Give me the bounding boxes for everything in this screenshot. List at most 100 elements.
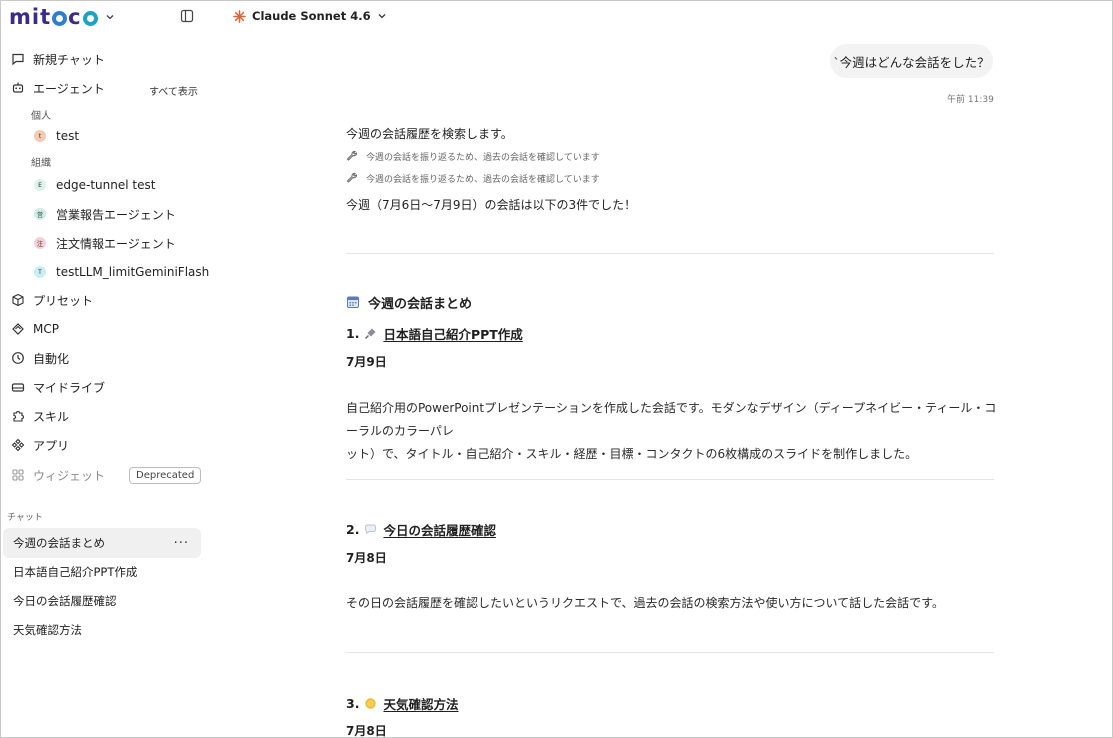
chat-bubble-icon — [11, 52, 25, 66]
sidebar-item-presets[interactable]: プリセット — [11, 289, 93, 311]
chat-history-item[interactable]: 今日の会話履歴確認 — [3, 586, 201, 616]
item-number: 2. — [346, 521, 360, 537]
sidebar-item-label: ウィジェット — [33, 468, 106, 483]
speech-bubble-icon — [365, 524, 377, 534]
divider — [346, 652, 994, 653]
claude-spark-icon — [233, 9, 246, 23]
summary-item-heading: 2. 今日の会話履歴確認 — [346, 520, 496, 538]
conversation-link[interactable]: 日本語自己紹介PPT作成 — [383, 324, 522, 343]
more-options-icon[interactable]: ··· — [174, 536, 189, 551]
sidebar-item-label: MCP — [33, 322, 59, 336]
widget-grid-icon — [11, 468, 25, 482]
agent-name: edge-tunnel test — [56, 178, 156, 192]
sidebar-item-my-drive[interactable]: マイドライブ — [11, 376, 105, 398]
brand-switcher[interactable]: mit c — [9, 5, 115, 29]
microphone-icon — [365, 328, 376, 339]
mitoco-logo: mit c — [9, 5, 99, 29]
sidebar-item-widgets[interactable]: ウィジェット — [11, 464, 105, 486]
agent-item[interactable]: E edge-tunnel test — [34, 175, 155, 195]
sidebar-item-agents[interactable]: エージェント — [11, 77, 105, 99]
item-description-line: 自己紹介用のPowerPointプレゼンテーションを作成した会話です。モダンなデ… — [346, 401, 997, 438]
plug-icon — [11, 322, 25, 336]
sidebar-item-label: エージェント — [33, 81, 105, 96]
sidebar-item-label: 新規チャット — [33, 52, 105, 67]
section-title: 今週の会話まとめ — [368, 296, 473, 312]
summary-item-heading: 3. 天気確認方法 — [346, 694, 458, 712]
sidebar-item-label: アプリ — [33, 438, 70, 453]
sidebar-item-mcp[interactable]: MCP — [11, 318, 59, 340]
divider — [346, 253, 994, 254]
chat-title: 今週の会話まとめ — [13, 536, 105, 550]
agent-name: test — [56, 129, 80, 143]
sun-icon — [365, 697, 377, 709]
divider — [346, 479, 994, 480]
sidebar-item-new-chat[interactable]: 新規チャット — [11, 48, 105, 70]
clock-icon — [11, 351, 25, 365]
agent-avatar: E — [34, 179, 46, 191]
chat-title: 日本語自己紹介PPT作成 — [13, 565, 138, 579]
model-name: Claude Sonnet 4.6 — [252, 9, 371, 23]
show-all-agents-link[interactable]: すべて表示 — [149, 83, 198, 98]
item-description-line: その日の会話履歴を確認したいというリクエストで、過去の会話の検索方法や使い方につ… — [346, 596, 944, 610]
sidebar-item-label: プリセット — [33, 293, 94, 308]
summary-item-heading: 1. 日本語自己紹介PPT作成 — [346, 324, 523, 342]
chat-title: 今日の会話履歴確認 — [13, 594, 117, 608]
item-description: 自己紹介用のPowerPointプレゼンテーションを作成した会話です。モダンなデ… — [346, 397, 998, 466]
item-date: 7月8日 — [346, 551, 387, 565]
agent-avatar: T — [34, 266, 46, 278]
item-description-line: ット）で、タイトル・自己紹介・スキル・経歴・目標・コンタクトの6枚構成のスライド… — [346, 447, 918, 461]
agent-item[interactable]: 営 営業報告エージェント — [34, 204, 176, 224]
model-selector[interactable]: Claude Sonnet 4.6 — [233, 7, 387, 25]
agent-avatar: t — [34, 130, 46, 142]
chat-history-item[interactable]: 日本語自己紹介PPT作成 — [3, 557, 201, 587]
chat-history-item[interactable]: 今週の会話まとめ ··· — [3, 528, 201, 558]
sidebar-item-apps[interactable]: アプリ — [11, 434, 69, 456]
org-section-label: 組織 — [31, 158, 51, 169]
puzzle-icon — [11, 409, 25, 423]
robot-icon — [11, 81, 25, 95]
agent-item[interactable]: T testLLM_limitGeminiFlash — [34, 262, 209, 282]
chat-title: 天気確認方法 — [13, 623, 82, 637]
assistant-summary-text: 今週（7月6日〜7月9日）の会話は以下の3件でした！ — [346, 198, 637, 212]
sidebar-item-automation[interactable]: 自動化 — [11, 347, 69, 369]
conversation-link[interactable]: 今日の会話履歴確認 — [383, 520, 496, 539]
agent-name: 営業報告エージェント — [56, 207, 176, 222]
agent-avatar: 注 — [34, 237, 46, 249]
sidebar-item-label: スキル — [33, 409, 70, 424]
tool-call-status[interactable]: 今週の会話を振り返るため、過去の会話を確認しています — [346, 149, 600, 163]
chat-section-label: チャット — [7, 513, 43, 523]
agent-item[interactable]: t test — [34, 126, 79, 146]
wrench-icon — [346, 150, 357, 161]
agent-item[interactable]: 注 注文情報エージェント — [34, 233, 176, 253]
section-heading: 今週の会話まとめ — [346, 293, 473, 312]
agent-name: testLLM_limitGeminiFlash — [56, 265, 210, 279]
item-date: 7月8日 — [346, 724, 387, 738]
item-number: 3. — [346, 695, 360, 711]
apps-icon — [11, 438, 25, 452]
user-message-bubble: `今週はどんな会話をした？ — [830, 44, 993, 78]
tool-call-text: 今週の会話を振り返るため、過去の会話を確認しています — [366, 152, 600, 163]
conversation-link[interactable]: 天気確認方法 — [383, 694, 458, 713]
deprecated-badge: Deprecated — [129, 467, 202, 484]
sidebar-item-label: 自動化 — [33, 351, 70, 366]
tool-call-status[interactable]: 今週の会話を振り返るため、過去の会話を確認しています — [346, 171, 600, 185]
sidebar: mit c 新規チャット エージェント すべて表示 個人 t test 組織 E … — [1, 1, 209, 737]
cube-icon — [11, 293, 25, 307]
agent-name: 注文情報エージェント — [56, 236, 176, 251]
sidebar-item-skills[interactable]: スキル — [11, 405, 69, 427]
sidebar-item-label: マイドライブ — [33, 380, 106, 395]
tool-call-text: 今週の会話を振り返るため、過去の会話を確認しています — [366, 174, 600, 185]
assistant-intro-text: 今週の会話履歴を検索します。 — [346, 127, 513, 141]
app-window: mit c 新規チャット エージェント すべて表示 個人 t test 組織 E … — [0, 0, 1113, 738]
item-number: 1. — [346, 325, 360, 341]
calendar-icon — [347, 296, 359, 308]
message-timestamp: 午前 11:39 — [947, 95, 994, 105]
item-description: その日の会話履歴を確認したいというリクエストで、過去の会話の検索方法や使い方につ… — [346, 592, 998, 615]
chat-history-item[interactable]: 天気確認方法 — [3, 615, 201, 645]
sidebar-toggle-icon[interactable] — [180, 9, 194, 23]
wrench-icon — [346, 172, 357, 183]
agent-avatar: 営 — [34, 208, 46, 220]
chevron-down-icon — [106, 15, 114, 20]
item-date: 7月9日 — [346, 355, 387, 369]
drive-icon — [11, 380, 25, 394]
